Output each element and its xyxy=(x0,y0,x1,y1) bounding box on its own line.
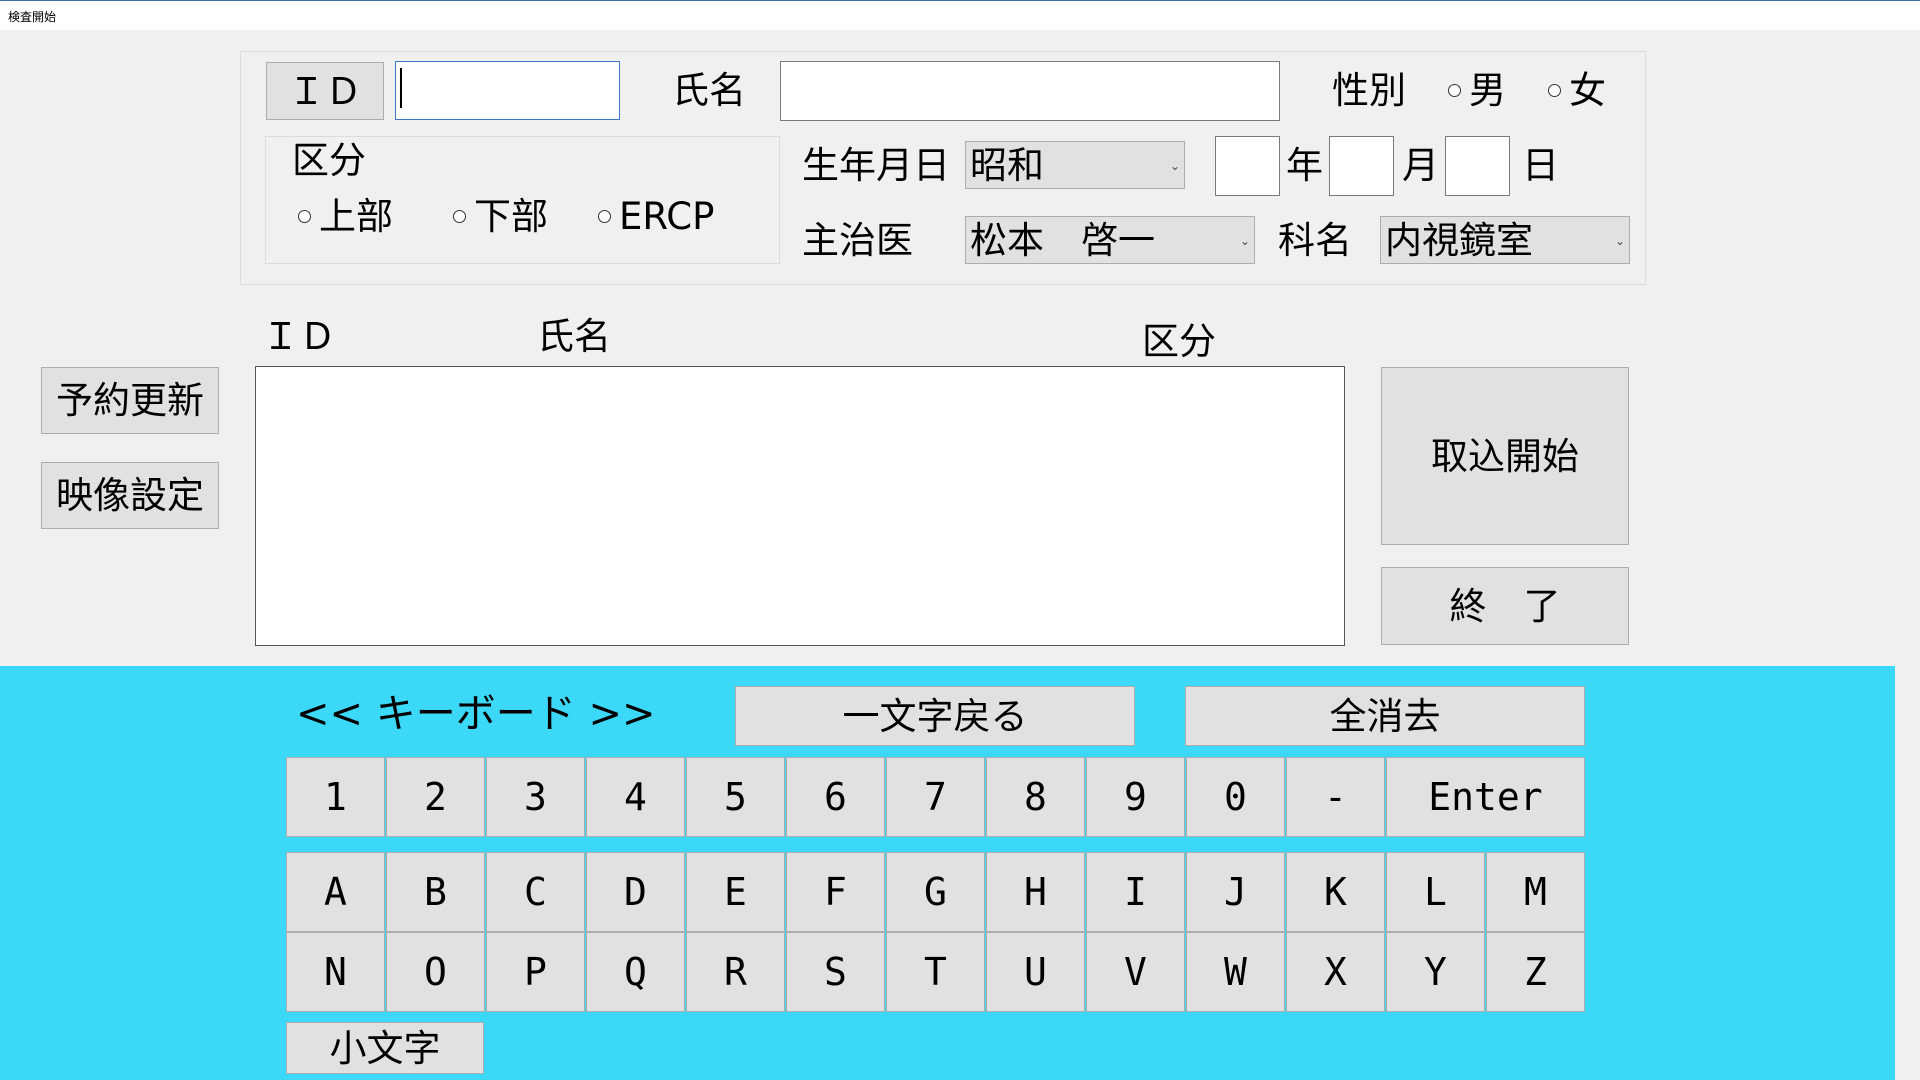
radio-circle-icon xyxy=(1448,84,1461,97)
key-j[interactable]: J xyxy=(1186,852,1285,932)
title-bar: 検査開始 xyxy=(0,0,1920,30)
keyboard-title: << キーボード >> xyxy=(296,691,656,737)
key-enter[interactable]: Enter xyxy=(1386,757,1585,837)
key-y[interactable]: Y xyxy=(1386,932,1485,1012)
key-minus[interactable]: - xyxy=(1286,757,1385,837)
key-g[interactable]: G xyxy=(886,852,985,932)
clear-all-button[interactable]: 全消去 xyxy=(1185,686,1585,746)
department-select-value: 内視鏡室 xyxy=(1385,218,1533,262)
sex-radio-male[interactable]: 男 xyxy=(1448,72,1506,109)
key-v[interactable]: V xyxy=(1086,932,1185,1012)
month-input[interactable] xyxy=(1329,136,1394,196)
day-unit-label: 日 xyxy=(1522,144,1559,187)
doctor-label: 主治医 xyxy=(802,219,913,262)
key-6[interactable]: 6 xyxy=(786,757,885,837)
reservation-list[interactable] xyxy=(255,366,1345,646)
department-label: 科名 xyxy=(1278,219,1352,262)
key-2[interactable]: 2 xyxy=(386,757,485,837)
doctor-select[interactable]: 松本 啓一 ⌄ xyxy=(965,216,1255,264)
sex-option-male-label: 男 xyxy=(1469,69,1506,112)
era-select[interactable]: 昭和 ⌄ xyxy=(965,141,1185,189)
list-header-id: ＩＤ xyxy=(262,315,336,358)
video-settings-button[interactable]: 映像設定 xyxy=(41,462,219,529)
key-1[interactable]: 1 xyxy=(286,757,385,837)
era-select-value: 昭和 xyxy=(970,143,1044,187)
key-d[interactable]: D xyxy=(586,852,685,932)
chevron-down-icon: ⌄ xyxy=(1614,234,1625,249)
year-input[interactable] xyxy=(1215,136,1280,196)
sex-radio-female[interactable]: 女 xyxy=(1548,72,1606,109)
key-n[interactable]: N xyxy=(286,932,385,1012)
window-title: 検査開始 xyxy=(8,10,57,24)
key-c[interactable]: C xyxy=(486,852,585,932)
key-b[interactable]: B xyxy=(386,852,485,932)
list-header-name: 氏名 xyxy=(537,315,611,358)
day-input[interactable] xyxy=(1445,136,1510,196)
key-s[interactable]: S xyxy=(786,932,885,1012)
category-option-upper-label: 上部 xyxy=(319,195,393,238)
category-label: 区分 xyxy=(292,139,366,182)
key-7[interactable]: 7 xyxy=(886,757,985,837)
key-x[interactable]: X xyxy=(1286,932,1385,1012)
category-radio-ercp[interactable]: ERCP xyxy=(598,198,714,235)
category-radio-upper[interactable]: 上部 xyxy=(298,198,393,235)
key-w[interactable]: W xyxy=(1186,932,1285,1012)
radio-circle-icon xyxy=(598,210,611,223)
key-o[interactable]: O xyxy=(386,932,485,1012)
doctor-select-value: 松本 啓一 xyxy=(970,218,1155,262)
key-m[interactable]: M xyxy=(1486,852,1585,932)
key-8[interactable]: 8 xyxy=(986,757,1085,837)
radio-circle-icon xyxy=(453,210,466,223)
category-option-ercp-label: ERCP xyxy=(619,195,715,238)
key-p[interactable]: P xyxy=(486,932,585,1012)
key-3[interactable]: 3 xyxy=(486,757,585,837)
birthdate-label: 生年月日 xyxy=(802,144,950,187)
key-k[interactable]: K xyxy=(1286,852,1385,932)
key-t[interactable]: T xyxy=(886,932,985,1012)
key-5[interactable]: 5 xyxy=(686,757,785,837)
chevron-down-icon: ⌄ xyxy=(1239,234,1250,249)
month-unit-label: 月 xyxy=(1402,144,1439,187)
lowercase-toggle-button[interactable]: 小文字 xyxy=(286,1022,484,1074)
key-a[interactable]: A xyxy=(286,852,385,932)
radio-circle-icon xyxy=(298,210,311,223)
name-input[interactable] xyxy=(780,61,1280,121)
year-unit-label: 年 xyxy=(1286,144,1323,187)
onscreen-keyboard: << キーボード >> 一文字戻る 全消去 1234567890- Enter … xyxy=(0,666,1895,1080)
backspace-button[interactable]: 一文字戻る xyxy=(735,686,1135,746)
key-9[interactable]: 9 xyxy=(1086,757,1185,837)
key-f[interactable]: F xyxy=(786,852,885,932)
name-label: 氏名 xyxy=(672,69,746,112)
radio-circle-icon xyxy=(1548,84,1561,97)
sex-label: 性別 xyxy=(1332,69,1406,112)
id-button[interactable]: ＩＤ xyxy=(266,62,384,120)
category-radio-lower[interactable]: 下部 xyxy=(453,198,548,235)
key-l[interactable]: L xyxy=(1386,852,1485,932)
id-input[interactable] xyxy=(395,61,620,120)
key-4[interactable]: 4 xyxy=(586,757,685,837)
key-0[interactable]: 0 xyxy=(1186,757,1285,837)
key-q[interactable]: Q xyxy=(586,932,685,1012)
key-h[interactable]: H xyxy=(986,852,1085,932)
start-capture-button[interactable]: 取込開始 xyxy=(1381,367,1629,545)
key-i[interactable]: I xyxy=(1086,852,1185,932)
key-e[interactable]: E xyxy=(686,852,785,932)
department-select[interactable]: 内視鏡室 ⌄ xyxy=(1380,216,1630,264)
chevron-down-icon: ⌄ xyxy=(1169,159,1180,174)
exit-button[interactable]: 終 了 xyxy=(1381,567,1629,645)
list-header-category: 区分 xyxy=(1142,320,1216,363)
sex-option-female-label: 女 xyxy=(1569,69,1606,112)
key-u[interactable]: U xyxy=(986,932,1085,1012)
key-r[interactable]: R xyxy=(686,932,785,1012)
category-option-lower-label: 下部 xyxy=(474,195,548,238)
key-z[interactable]: Z xyxy=(1486,932,1585,1012)
text-cursor xyxy=(400,68,402,108)
reservation-update-button[interactable]: 予約更新 xyxy=(41,367,219,434)
